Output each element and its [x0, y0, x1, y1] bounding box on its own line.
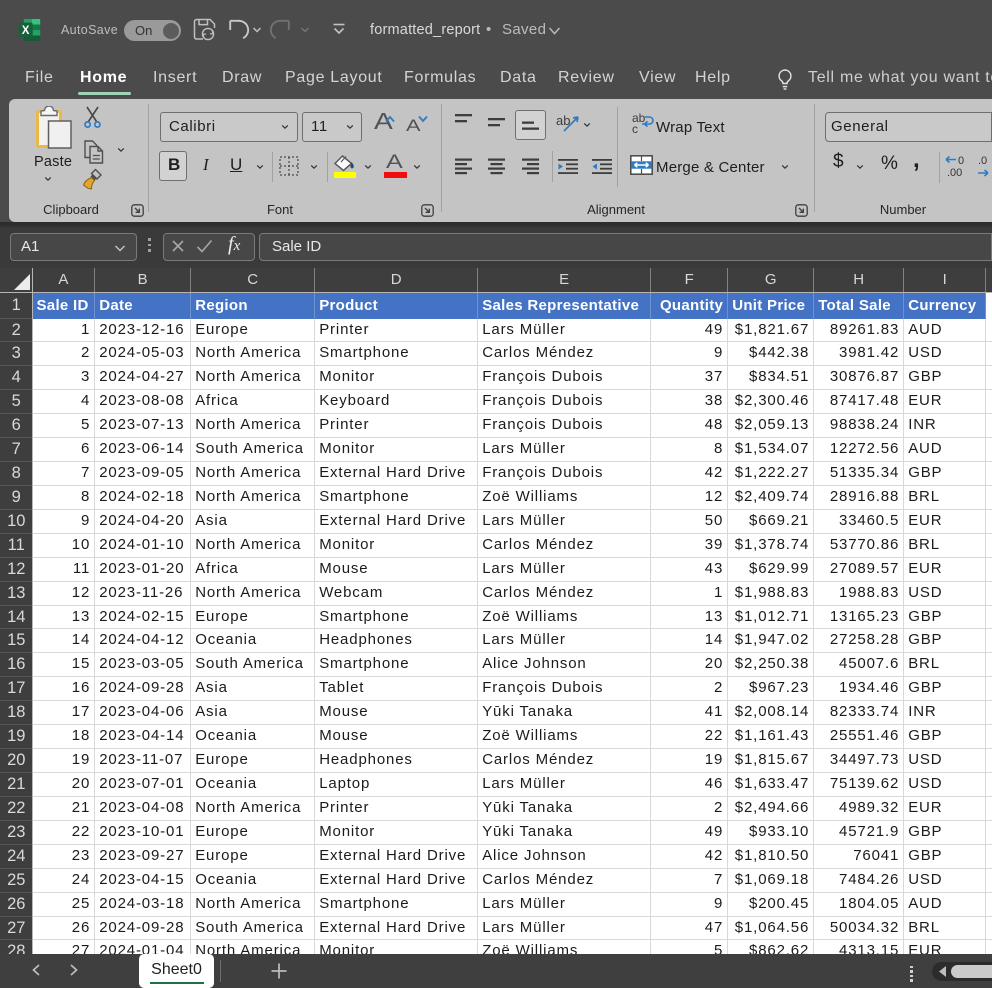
svg-text:.00: .00	[947, 167, 962, 179]
svg-text:.0: .0	[978, 155, 987, 167]
svg-text:c: c	[632, 122, 638, 135]
svg-text:X: X	[22, 25, 30, 37]
svg-text:0: 0	[958, 155, 964, 167]
